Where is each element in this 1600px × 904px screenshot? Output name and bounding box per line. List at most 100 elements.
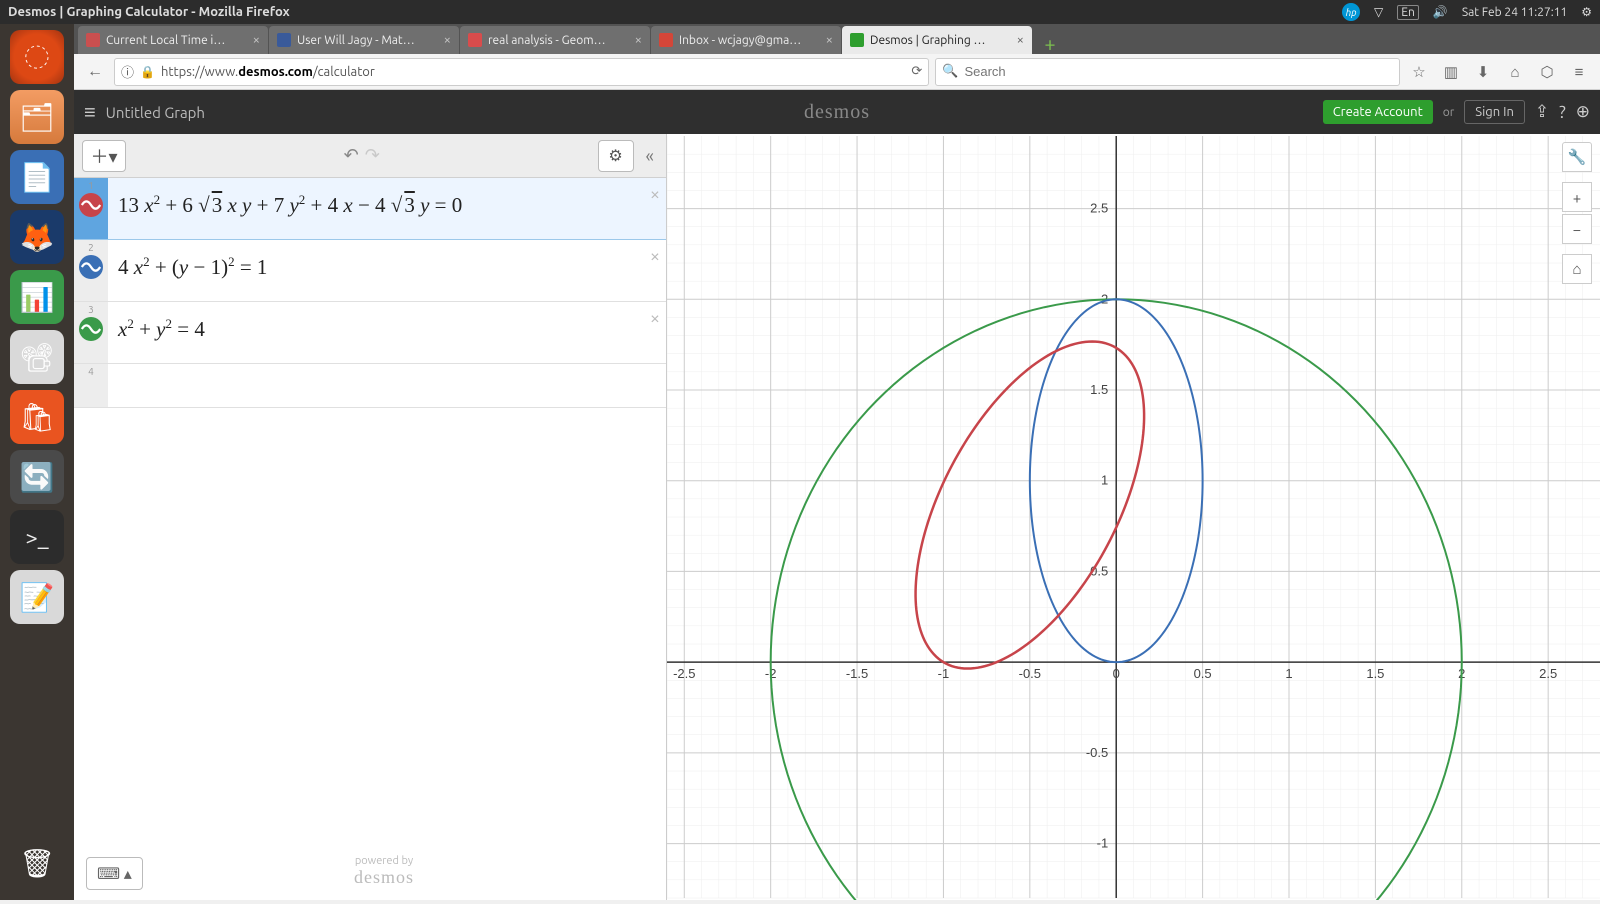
expression-toolbar: ＋▾ ↶ ↷ ⚙ « [74, 134, 666, 178]
redo-button[interactable]: ↷ [365, 145, 380, 166]
browser-tab[interactable]: Inbox - wcjagy@gma…× [651, 26, 841, 54]
favicon-icon [86, 33, 100, 47]
keypad-toggle[interactable]: ⌨ ▴ [86, 857, 143, 890]
favicon-icon [468, 33, 482, 47]
firefox-window: Current Local Time i…×User Will Jagy - M… [74, 24, 1600, 900]
downloads-icon[interactable]: ⬇ [1470, 59, 1496, 85]
launcher-writer[interactable]: 📄 [10, 150, 64, 204]
create-account-button[interactable]: Create Account [1323, 100, 1433, 124]
launcher-updater[interactable]: 🔄 [10, 450, 64, 504]
settings-button[interactable]: ⚙ [598, 140, 634, 172]
expression-row[interactable]: 3x2 + y2 = 4× [74, 302, 666, 364]
reload-icon[interactable]: ⟳ [911, 64, 922, 79]
sign-in-button[interactable]: Sign In [1464, 100, 1525, 124]
browser-tab[interactable]: Current Local Time i… × [78, 26, 268, 54]
browser-tab[interactable]: real analysis - Geom…× [460, 26, 650, 54]
hamburger-icon[interactable]: ≡ [1566, 59, 1592, 85]
search-input[interactable] [964, 64, 1393, 79]
launcher-trash[interactable]: 🗑 [10, 836, 64, 890]
expression-input[interactable] [108, 364, 666, 407]
color-swatch[interactable] [79, 193, 103, 217]
wrench-icon[interactable]: 🔧 [1562, 142, 1592, 172]
delete-expression-icon[interactable]: × [650, 308, 660, 328]
svg-text:1.5: 1.5 [1090, 382, 1108, 397]
ubuntu-topbar: Desmos | Graphing Calculator - Mozilla F… [0, 0, 1600, 24]
tab-label: Current Local Time i… [106, 34, 247, 47]
zoom-out-button[interactable]: − [1562, 214, 1592, 244]
launcher-dash[interactable]: ◌ [10, 30, 64, 84]
close-tab-icon[interactable]: × [253, 33, 260, 47]
lang-indicator[interactable]: En [1397, 5, 1419, 20]
search-bar[interactable]: 🔍 [935, 58, 1400, 86]
expression-input[interactable]: x2 + y2 = 4 [108, 302, 666, 363]
hp-icon: hp [1342, 3, 1360, 21]
share-icon[interactable]: ⇪ [1535, 102, 1549, 122]
url-bar[interactable]: ⓘ 🔒 https://www.desmos.com/calculator ⟳ [114, 58, 929, 86]
gear-icon[interactable]: ⚙ [1581, 5, 1592, 19]
expression-panel: ＋▾ ↶ ↷ ⚙ « 113 x2 + 6 √3 x y + 7 y2 + 4 … [74, 134, 667, 900]
svg-text:-1: -1 [938, 666, 950, 681]
close-tab-icon[interactable]: × [635, 33, 642, 47]
new-tab-button[interactable]: + [1037, 32, 1063, 54]
browser-tab[interactable]: Desmos | Graphing …× [842, 26, 1032, 54]
help-icon[interactable]: ? [1559, 103, 1566, 122]
browser-tab[interactable]: User Will Jagy - Mat…× [269, 26, 459, 54]
color-swatch[interactable] [79, 317, 103, 341]
graph-controls: 🔧 + − ⌂ [1562, 142, 1592, 284]
svg-text:2.5: 2.5 [1090, 201, 1108, 216]
back-button[interactable]: ← [82, 59, 108, 85]
launcher-software[interactable]: 🛍 [10, 390, 64, 444]
network-icon[interactable]: ▽ [1374, 5, 1383, 19]
graph-title[interactable]: Untitled Graph [106, 104, 205, 121]
graph-svg[interactable]: -2.5-2-1.5-1-0.500.511.522.5-1-0.50.511.… [667, 134, 1600, 900]
launcher-calc[interactable]: 📊 [10, 270, 64, 324]
desmos-body: ＋▾ ↶ ↷ ⚙ « 113 x2 + 6 √3 x y + 7 y2 + 4 … [74, 134, 1600, 900]
launcher-files[interactable]: 🗂 [10, 90, 64, 144]
launcher-impress[interactable]: 📽 [10, 330, 64, 384]
menu-icon[interactable]: ≡ [84, 100, 96, 125]
expression-row[interactable]: 24 x2 + (y − 1)2 = 1× [74, 240, 666, 302]
close-tab-icon[interactable]: × [826, 33, 833, 47]
add-expression-button[interactable]: ＋▾ [82, 140, 126, 172]
svg-text:0.5: 0.5 [1194, 666, 1212, 681]
svg-text:1: 1 [1101, 473, 1108, 488]
color-swatch[interactable] [79, 255, 103, 279]
svg-text:-1: -1 [1097, 836, 1109, 851]
ubuntu-launcher: ◌ 🗂 📄 🦊 📊 📽 🛍 🔄 >_ 📝 🗑 [0, 24, 74, 900]
launcher-gedit[interactable]: 📝 [10, 570, 64, 624]
close-tab-icon[interactable]: × [1017, 33, 1024, 47]
svg-text:-0.5: -0.5 [1086, 745, 1108, 760]
favicon-icon [277, 33, 291, 47]
bookmark-star-icon[interactable]: ☆ [1406, 59, 1432, 85]
system-tray: hp ▽ En 🔊 Sat Feb 24 11:27:11 ⚙ [1342, 3, 1592, 21]
expression-input[interactable]: 4 x2 + (y − 1)2 = 1 [108, 240, 666, 301]
volume-icon[interactable]: 🔊 [1433, 5, 1448, 19]
graph-canvas[interactable]: -2.5-2-1.5-1-0.500.511.522.5-1-0.50.511.… [667, 134, 1600, 900]
close-tab-icon[interactable]: × [444, 33, 451, 47]
zoom-in-button[interactable]: + [1562, 182, 1592, 212]
svg-text:-1.5: -1.5 [846, 666, 868, 681]
svg-text:1.5: 1.5 [1366, 666, 1384, 681]
home-icon[interactable]: ⌂ [1502, 59, 1528, 85]
undo-button[interactable]: ↶ [344, 145, 359, 166]
row-gutter: 2 [74, 240, 108, 301]
url-text: https://www.desmos.com/calculator [161, 65, 905, 79]
expression-row[interactable]: 4 [74, 364, 666, 408]
desmos-logo: desmos [804, 101, 870, 124]
launcher-terminal[interactable]: >_ [10, 510, 64, 564]
info-icon[interactable]: ⓘ [121, 62, 134, 81]
row-gutter: 1 [74, 178, 108, 239]
expression-row[interactable]: 113 x2 + 6 √3 x y + 7 y2 + 4 x − 4 √3 y … [74, 178, 666, 240]
desmos-topbar: ≡ Untitled Graph desmos Create Account o… [74, 90, 1600, 134]
row-gutter: 4 [74, 364, 108, 407]
collapse-panel-button[interactable]: « [642, 146, 658, 166]
clock[interactable]: Sat Feb 24 11:27:11 [1462, 6, 1567, 19]
globe-icon[interactable]: ⊕ [1576, 102, 1590, 122]
library-icon[interactable]: ▥ [1438, 59, 1464, 85]
expression-input[interactable]: 13 x2 + 6 √3 x y + 7 y2 + 4 x − 4 √3 y =… [108, 178, 666, 239]
delete-expression-icon[interactable]: × [650, 184, 660, 204]
pocket-icon[interactable]: ⬡ [1534, 59, 1560, 85]
launcher-firefox[interactable]: 🦊 [10, 210, 64, 264]
home-zoom-button[interactable]: ⌂ [1562, 254, 1592, 284]
delete-expression-icon[interactable]: × [650, 246, 660, 266]
